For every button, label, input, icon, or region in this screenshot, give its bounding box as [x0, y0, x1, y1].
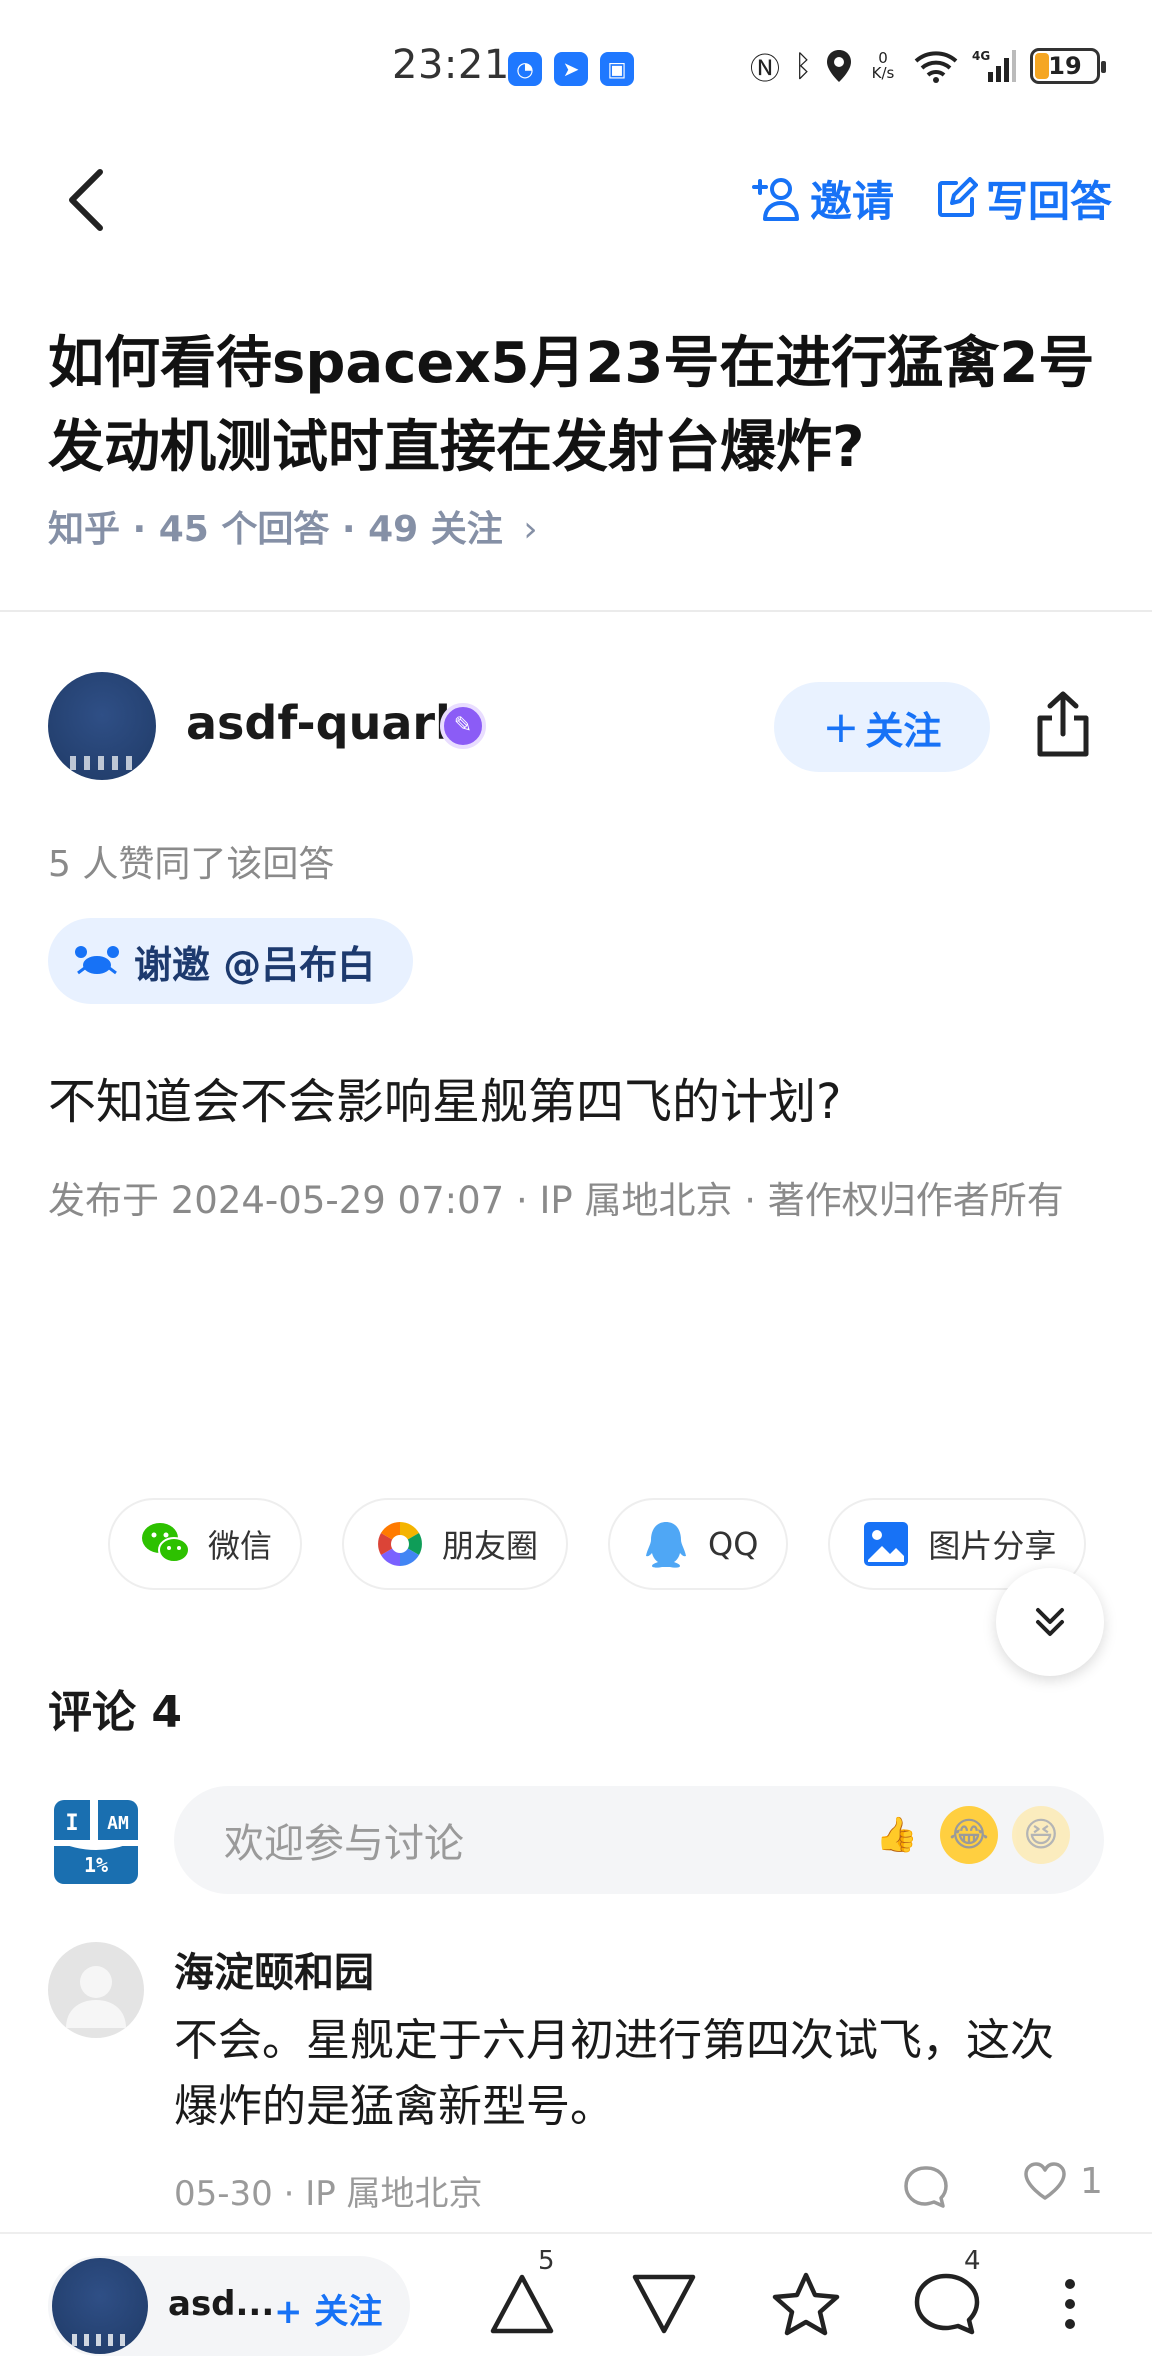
write-answer-label: 写回答 [985, 177, 1112, 226]
qq-icon [646, 1522, 687, 1568]
reply-icon[interactable] [900, 2162, 950, 2212]
comment-text: 不会。星舰定于六月初进行第四次试飞，这次爆炸的是猛禽新型号。 [174, 2015, 1054, 2132]
author-name[interactable]: asdf-quark [186, 696, 466, 750]
signal-icon: 4G [972, 49, 1016, 82]
more-vertical-icon [1065, 2279, 1075, 2329]
comment-button[interactable] [906, 2264, 986, 2344]
thumbs-up-emoji-icon[interactable]: 👍 [868, 1806, 926, 1864]
laughing-emoji-icon[interactable]: 😂 [940, 1806, 998, 1864]
bottom-follow-button[interactable]: + 关注 [274, 2284, 382, 2333]
answer-content: 不知道会不会影响星舰第四飞的计划? [48, 1074, 842, 1130]
bottom-author-chip[interactable]: asd... + 关注 [48, 2256, 410, 2356]
downvote-button[interactable] [624, 2264, 704, 2344]
invite-label: 邀请 [809, 177, 894, 226]
default-avatar-icon [66, 1966, 126, 2028]
star-icon [772, 2272, 840, 2336]
crying-laughing-emoji-icon[interactable]: 😆 [1012, 1806, 1070, 1864]
chevron-right-icon: › [523, 509, 538, 550]
crab-icon [75, 946, 119, 975]
comments-title: 评论 4 [48, 1687, 182, 1738]
divider [0, 610, 1152, 612]
svg-text:AM: AM [107, 1813, 129, 1834]
app-notification-icon: ➤ [554, 52, 588, 86]
upvote-summary: 5 人赞同了该回答 [48, 844, 335, 885]
question-meta[interactable]: 知乎 · 45 个回答 · 49 关注 › [48, 500, 538, 552]
bluetooth-icon: ᛒ [794, 48, 812, 84]
app-notification-icon: ▣ [600, 52, 634, 86]
svg-text:4G: 4G [972, 49, 990, 63]
status-time: 23:21 [392, 42, 510, 88]
app-notification-icon: ◔ [508, 52, 542, 86]
collapse-answer-button[interactable] [996, 1568, 1104, 1676]
share-icon[interactable] [1030, 690, 1096, 760]
header-actions: 邀请 写回答 [748, 168, 1112, 229]
comment-meta: 05-30 · IP 属地北京 [174, 2174, 483, 2214]
downvote-triangle-icon [632, 2274, 696, 2334]
share-qq-button[interactable]: QQ [608, 1498, 789, 1590]
heart-icon [1024, 2162, 1066, 2200]
bottom-author-avatar[interactable] [52, 2258, 148, 2354]
double-chevron-down-icon [1036, 1608, 1064, 1636]
favorite-button[interactable] [766, 2264, 846, 2344]
location-icon [827, 50, 851, 82]
svg-text:I: I [65, 1811, 78, 1836]
follow-button[interactable]: + 关注 [774, 682, 990, 772]
commenter-name[interactable]: 海淀颐和园 [174, 1940, 374, 1998]
invite-button[interactable]: 邀请 [748, 168, 894, 229]
my-avatar[interactable]: I AM 1% [54, 1800, 138, 1884]
net-speed: 0 K/s [871, 49, 895, 82]
comment-placeholder: 欢迎参与讨论 [224, 1821, 464, 1867]
svg-text:1%: 1% [84, 1853, 108, 1877]
add-person-icon [751, 177, 799, 221]
iam-avatar-icon: I AM 1% [54, 1800, 138, 1884]
wechat-icon [142, 1523, 190, 1563]
creator-badge-icon[interactable]: ✎ [440, 703, 486, 749]
back-arrow-icon[interactable] [56, 160, 116, 240]
publish-meta: 发布于 2024-05-29 07:07 · IP 属地北京 · 著作权归作者所… [48, 1179, 1064, 1222]
moments-icon [378, 1522, 423, 1566]
comment-like-button[interactable]: 1 [1022, 2160, 1103, 2202]
status-icons: Ⓝ ᛒ 0 K/s 4G 19 [750, 44, 1106, 88]
upvote-triangle-icon [490, 2274, 554, 2334]
comment-bubble-icon [914, 2273, 980, 2335]
upvote-button[interactable] [482, 2264, 562, 2344]
invite-chip[interactable]: 谢邀 @吕布白 [48, 918, 414, 1004]
bottom-action-bar: asd... + 关注 5 4 [0, 2232, 1152, 2376]
image-share-icon [864, 1522, 909, 1566]
comment-input[interactable]: 欢迎参与讨论 👍 😂 😆 [174, 1786, 1104, 1894]
comment-count: 4 [964, 2246, 981, 2276]
share-options: 微信 朋友圈 QQ 图片分享 [108, 1498, 1087, 1590]
write-answer-button[interactable]: 写回答 [934, 168, 1112, 229]
share-moments-button[interactable]: 朋友圈 [342, 1498, 569, 1590]
author-avatar[interactable] [48, 672, 156, 780]
nfc-icon: Ⓝ [750, 52, 780, 87]
upvote-count: 5 [538, 2246, 555, 2276]
share-wechat-button[interactable]: 微信 [108, 1498, 303, 1590]
plus-icon: + [822, 701, 860, 753]
edit-icon [937, 176, 978, 217]
wifi-icon [914, 51, 958, 83]
question-title[interactable]: 如何看待spacex5月23号在进行猛禽2号发动机测试时直接在发射台爆炸? [48, 322, 1108, 490]
quick-emoji-row: 👍 😂 😆 [868, 1806, 1070, 1864]
more-options-button[interactable] [1030, 2264, 1110, 2344]
battery-icon: 19 [1030, 48, 1106, 84]
bottom-author-name: asd... [168, 2284, 275, 2324]
status-bar: 23:21 ◔ ➤ ▣ Ⓝ ᛒ 0 K/s 4G 19 [0, 0, 1152, 130]
commenter-avatar[interactable] [48, 1942, 144, 2038]
